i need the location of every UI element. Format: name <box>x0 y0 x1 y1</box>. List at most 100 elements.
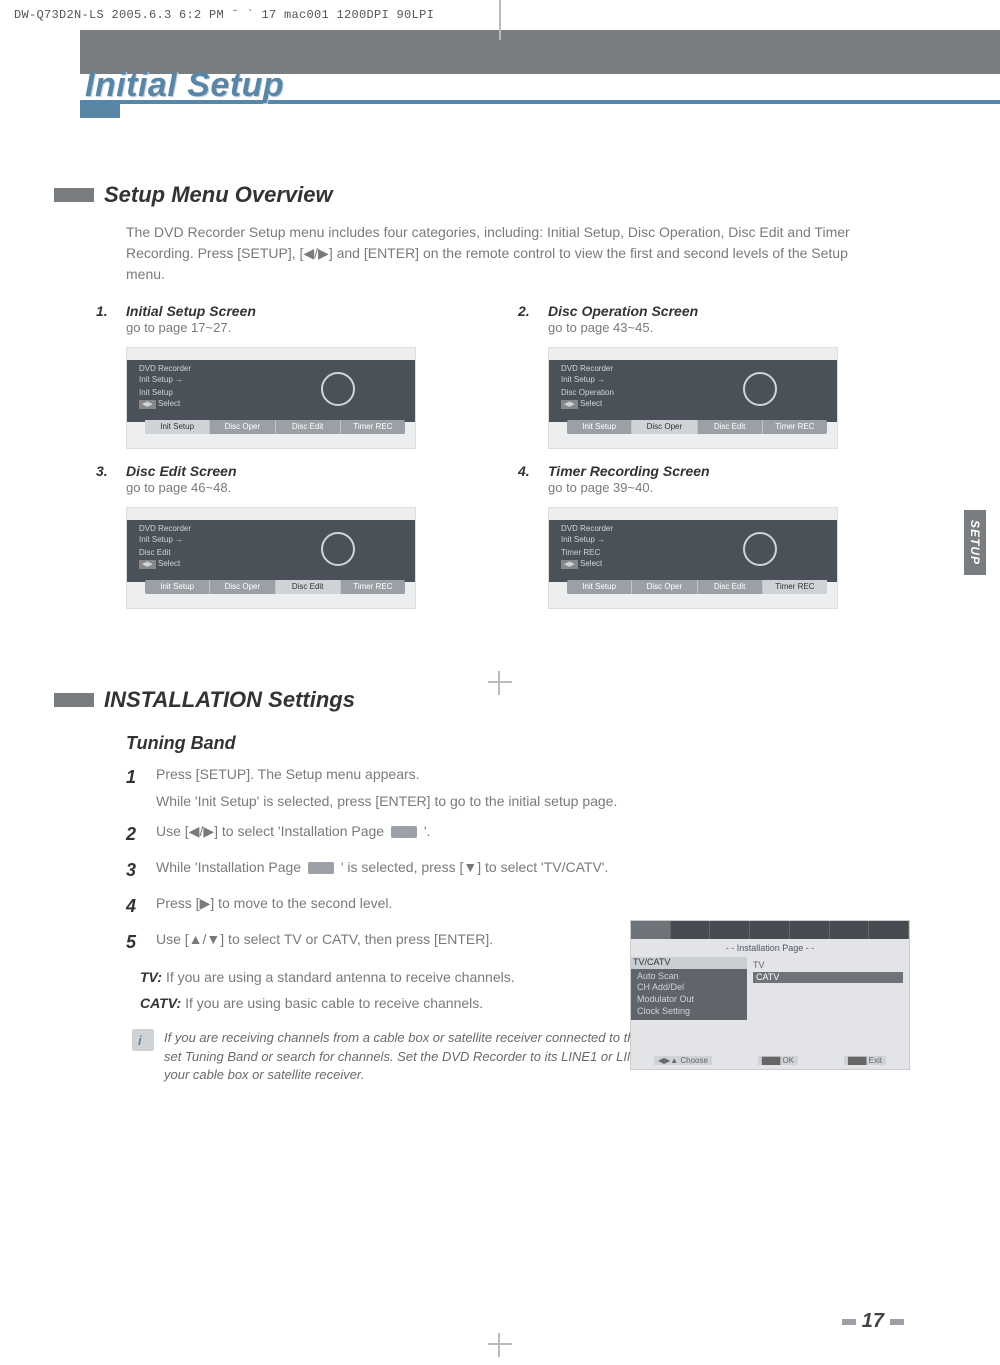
panel-left-list: TV/CATV Auto Scan CH Add/Del Modulator O… <box>631 957 747 1020</box>
screen-title: Disc Edit Screen <box>126 463 237 479</box>
chapter-header: Initial Setup <box>0 72 1000 142</box>
screen-title: Timer Recording Screen <box>548 463 710 479</box>
panel-right-item: CATV <box>753 972 903 984</box>
screen-subtitle: go to page 43~45. <box>548 319 904 337</box>
thumb-label2: Init Setup → <box>561 375 605 384</box>
thumb-tab: Init Setup <box>567 420 632 434</box>
thumb-sublabel: Disc Operation <box>561 388 614 397</box>
panel-foot-exit: ▇▇▇ Exit <box>844 1056 886 1065</box>
panel-left-item: Auto Scan <box>637 971 741 983</box>
step-number: 4 <box>126 893 142 919</box>
thumb-tab: Init Setup <box>145 580 210 594</box>
thumb-label: DVD Recorder <box>561 524 613 533</box>
overview-body: The DVD Recorder Setup menu includes fou… <box>126 222 888 285</box>
step-line: While 'Init Setup' is selected, press [E… <box>156 791 617 811</box>
step-line: Press [SETUP]. The Setup menu appears. <box>156 764 617 784</box>
thumb-tab: Disc Edit <box>698 580 763 594</box>
panel-footer: ◀▶▲ Choose ▇▇▇ OK ▇▇▇ Exit <box>631 1056 909 1065</box>
panel-right-item: TV <box>753 960 903 972</box>
thumb-label: DVD Recorder <box>561 364 613 373</box>
thumb-tabs: Init Setup Disc Oper Disc Edit Timer REC <box>567 580 827 594</box>
thumb-tabs: Init Setup Disc Oper Disc Edit Timer REC <box>567 420 827 434</box>
panel-tab-strip <box>631 921 909 939</box>
thumb-tab: Timer REC <box>341 580 405 594</box>
tv-label: TV: <box>140 969 162 985</box>
thumb-tab: Disc Edit <box>276 580 341 594</box>
thumb-label2: Init Setup → <box>139 375 183 384</box>
thumb-tab: Disc Oper <box>632 580 697 594</box>
step-body: Press [SETUP]. The Setup menu appears. W… <box>156 764 617 811</box>
side-tab-setup: SETUP <box>964 510 986 575</box>
section-title-installation: INSTALLATION Settings <box>104 687 355 713</box>
info-icon <box>132 1029 154 1051</box>
thumbnail-init-setup: DVD RecorderInit Setup → Init Setup◀▶ Se… <box>126 347 416 449</box>
thumb-select-label: Select <box>580 399 602 408</box>
thumb-tab: Init Setup <box>145 420 210 434</box>
panel-left-item: CH Add/Del <box>637 982 741 994</box>
panel-left-item: Modulator Out <box>637 994 741 1006</box>
section-bar <box>54 188 94 202</box>
thumb-tab: Init Setup <box>567 580 632 594</box>
installation-page-panel: - - Installation Page - - TV/CATV Auto S… <box>630 920 910 1070</box>
panel-tab-icon <box>830 921 870 939</box>
page-number: 17 <box>836 1310 910 1333</box>
catv-label: CATV: <box>140 995 181 1011</box>
screen-num: 1. <box>96 303 114 319</box>
tv-text: If you are using a standard antenna to r… <box>166 969 515 985</box>
panel-right-list: TV CATV <box>747 957 909 1020</box>
step-number: 2 <box>126 821 142 847</box>
step-line: Use [◀/▶] to select 'Installation Page <box>156 823 388 839</box>
chapter-title: Initial Setup <box>85 66 284 105</box>
thumb-tab: Disc Edit <box>276 420 341 434</box>
thumb-icon <box>321 372 355 406</box>
screen-num: 4. <box>518 463 536 479</box>
thumbnail-disc-edit: DVD RecorderInit Setup → Disc Edit◀▶ Sel… <box>126 507 416 609</box>
thumb-tab: Disc Oper <box>210 420 275 434</box>
screen-num: 3. <box>96 463 114 479</box>
screen-num: 2. <box>518 303 536 319</box>
panel-tab-icon <box>750 921 790 939</box>
thumb-label2: Init Setup → <box>139 535 183 544</box>
step-line: ' is selected, press [▼] to select 'TV/C… <box>337 859 608 875</box>
panel-tab-icon <box>710 921 750 939</box>
panel-tab-icon <box>869 921 909 939</box>
screen-subtitle: go to page 46~48. <box>126 479 482 497</box>
thumbnail-timer-rec: DVD RecorderInit Setup → Timer REC◀▶ Sel… <box>548 507 838 609</box>
panel-left-item: Clock Setting <box>637 1006 741 1018</box>
step-line: '. <box>420 823 430 839</box>
step-body: Press [▶] to move to the second level. <box>156 893 392 919</box>
crop-mark-top <box>499 0 501 40</box>
step-body: While 'Installation Page ' is selected, … <box>156 857 608 883</box>
panel-tab-icon <box>631 921 671 939</box>
panel-tab-icon <box>790 921 830 939</box>
thumb-sublabel: Disc Edit <box>139 548 171 557</box>
thumb-label: DVD Recorder <box>139 364 191 373</box>
thumb-select-label: Select <box>158 559 180 568</box>
step-number: 1 <box>126 764 142 811</box>
thumb-select-label: Select <box>158 399 180 408</box>
screen-title: Initial Setup Screen <box>126 303 256 319</box>
screen-subtitle: go to page 39~40. <box>548 479 904 497</box>
thumb-label2: Init Setup → <box>561 535 605 544</box>
thumb-tab: Disc Edit <box>698 420 763 434</box>
step-line: While 'Installation Page <box>156 859 305 875</box>
step-number: 5 <box>126 929 142 955</box>
panel-tab-icon <box>671 921 711 939</box>
step-body: Use [◀/▶] to select 'Installation Page '… <box>156 821 430 847</box>
section-bar <box>54 693 94 707</box>
step-number: 3 <box>126 857 142 883</box>
thumb-tab: Timer REC <box>763 580 827 594</box>
thumb-tab: Timer REC <box>341 420 405 434</box>
center-crop-mark <box>488 671 512 695</box>
crop-mark-bottom <box>488 1333 512 1357</box>
thumb-label: DVD Recorder <box>139 524 191 533</box>
installation-page-icon <box>391 826 417 838</box>
subsection-tuning-band: Tuning Band <box>126 733 904 754</box>
panel-foot-ok: ▇▇▇ OK <box>758 1056 798 1065</box>
thumb-tab: Disc Oper <box>632 420 697 434</box>
thumb-tabs: Init Setup Disc Oper Disc Edit Timer REC <box>145 580 405 594</box>
installation-page-icon <box>308 862 334 874</box>
thumb-icon <box>743 372 777 406</box>
panel-left-item: TV/CATV <box>631 957 747 969</box>
section-title-overview: Setup Menu Overview <box>104 182 333 208</box>
